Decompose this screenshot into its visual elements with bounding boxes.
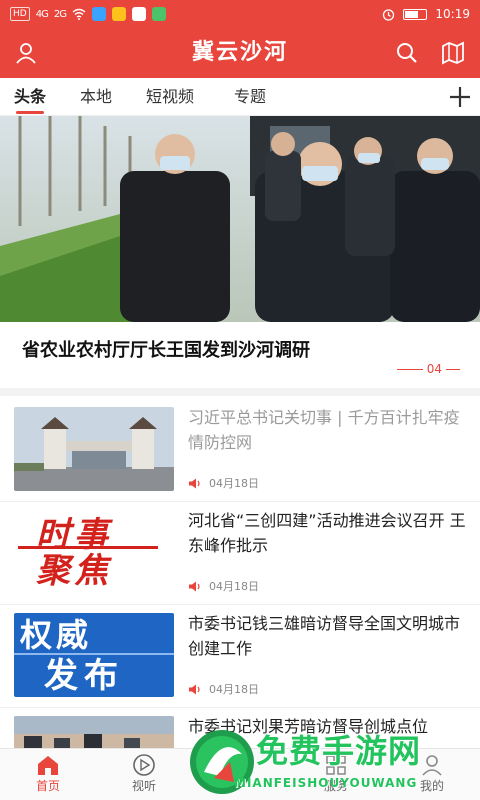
news-date: 04月18日	[209, 477, 259, 490]
news-thumbnail: 时事 聚焦	[14, 510, 174, 594]
battery-icon	[403, 8, 428, 20]
news-meta: 04月18日	[188, 475, 259, 491]
app-header: 冀云沙河	[0, 28, 480, 78]
news-date: 04月18日	[209, 683, 259, 696]
signal-icon: 4G	[35, 8, 49, 20]
nav-shiting[interactable]: 视听	[104, 753, 184, 794]
pager-number: 04	[426, 362, 442, 376]
news-item[interactable]: 权威 发布 市委书记钱三雄暗访督导全国文明城市创建工作 04月18日	[0, 605, 480, 708]
alarm-icon	[383, 8, 395, 21]
tab-bendi[interactable]: 本地	[80, 78, 112, 116]
news-meta: 04月18日	[188, 578, 259, 594]
hero-photo	[0, 116, 480, 322]
tab-label: 专题	[234, 87, 267, 106]
channel-tabs: 头条 本地 短视频 专题	[0, 78, 480, 116]
tab-label: 头条	[14, 87, 47, 106]
speaker-icon[interactable]	[188, 580, 201, 593]
watermark: 免费手游网 MIANFEISHOUYOUWANG	[184, 722, 480, 800]
hero-caption[interactable]: 省农业农村厅厅长王国发到沙河调研 04	[0, 322, 480, 396]
news-meta: 04月18日	[188, 681, 259, 697]
tab-toutiao[interactable]: 头条	[14, 78, 46, 116]
search-icon[interactable]	[394, 40, 420, 66]
news-title: 市委书记钱三雄暗访督导全国文明城市创建工作	[188, 614, 461, 658]
news-thumbnail: 权威 发布	[14, 613, 174, 697]
thumb-text-fabu: 发布	[44, 656, 124, 696]
news-thumbnail	[14, 716, 174, 748]
home-icon	[38, 756, 58, 775]
thumb-text-quanwei: 权威	[20, 616, 93, 654]
tab-zhuanti[interactable]: 专题	[234, 78, 266, 116]
nav-label: 视听	[131, 779, 156, 793]
thumb-divider	[14, 653, 174, 655]
news-thumbnail	[14, 407, 174, 491]
carousel-indicator: 04	[396, 362, 460, 376]
nav-label: 首页	[35, 779, 60, 793]
speaker-icon[interactable]	[188, 683, 201, 696]
pager-line-2	[446, 368, 460, 370]
app-notification-icon-4	[151, 7, 166, 21]
news-title: 习近平总书记关切事 | 千方百计扎牢疫情防控网	[188, 408, 460, 452]
signal-icon-2: 2G	[53, 8, 67, 20]
nav-home[interactable]: 首页	[8, 753, 88, 794]
news-item[interactable]: 习近平总书记关切事 | 千方百计扎牢疫情防控网 04月18日	[0, 399, 480, 502]
news-item[interactable]: 时事 聚焦 河北省“三创四建”活动推进会议召开 王东峰作批示 04月18日	[0, 502, 480, 605]
active-tab-indicator	[16, 111, 45, 114]
hero-image[interactable]	[0, 116, 480, 322]
hd-badge: HD	[10, 7, 30, 21]
tab-label: 本地	[80, 87, 113, 106]
watermark-text: 免费手游网	[256, 732, 422, 770]
status-icons-left: HD 4G 2G	[10, 7, 166, 21]
app-notification-icon-2	[111, 7, 126, 21]
hero-headline: 省农业农村厅厅长王国发到沙河调研	[22, 340, 310, 361]
thumb-divider	[18, 546, 158, 549]
tab-short-video[interactable]: 短视频	[146, 78, 194, 116]
speaker-icon[interactable]	[188, 477, 201, 490]
status-bar: HD 4G 2G 10:19	[0, 0, 480, 28]
tab-label: 短视频	[146, 87, 195, 106]
status-icons-right: 10:19	[382, 7, 470, 21]
map-icon[interactable]	[440, 40, 466, 66]
add-channel-icon[interactable]	[448, 85, 472, 109]
news-date: 04月18日	[209, 580, 259, 593]
pager-line	[396, 368, 423, 370]
street-photo	[14, 716, 174, 748]
app-notification-icon	[91, 7, 106, 21]
watermark-subtext: MIANFEISHOUYOUWANG	[234, 776, 418, 790]
news-title: 河北省“三创四建”活动推进会议召开 王东峰作批示	[188, 511, 466, 555]
app-notification-icon-3	[131, 7, 146, 21]
play-icon	[133, 754, 155, 776]
thumb-text-jujiao: 聚焦	[36, 551, 112, 591]
status-time: 10:19	[435, 7, 470, 21]
gate-photo	[14, 407, 174, 491]
wifi-icon	[72, 8, 86, 20]
